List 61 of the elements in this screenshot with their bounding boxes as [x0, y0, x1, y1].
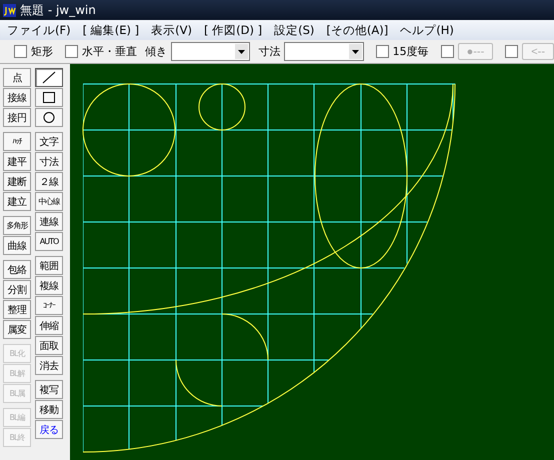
- field-label: 傾き: [145, 44, 167, 59]
- app-logo-icon: [3, 4, 16, 16]
- menu-item[interactable]: [ 編集(E) ]: [82, 22, 140, 38]
- square-icon: [41, 91, 57, 104]
- window-title: 無題 - jw_win: [20, 2, 96, 18]
- tool-button[interactable]: 建平: [3, 152, 31, 171]
- tool-button[interactable]: 複写: [35, 380, 63, 399]
- tool-button[interactable]: 接円: [3, 108, 31, 127]
- tool-button[interactable]: ﾊｯﾁ: [3, 132, 31, 151]
- tool-button[interactable]: 包絡: [3, 260, 31, 279]
- tool-button[interactable]: 属変: [3, 320, 31, 339]
- menu-item[interactable]: [ 作図(D) ]: [202, 22, 264, 38]
- checkbox-label: 水平・垂直: [82, 44, 137, 59]
- line-icon: [41, 71, 57, 84]
- checkbox-label: 矩形: [31, 44, 53, 59]
- tool-button[interactable]: 複線: [35, 276, 63, 295]
- tool-button[interactable]: ｺｰﾅｰ: [35, 296, 63, 315]
- tool-button[interactable]: 接線: [3, 88, 31, 107]
- checkbox[interactable]: [14, 45, 27, 58]
- tool-button[interactable]: 範囲: [35, 256, 63, 275]
- tool-button[interactable]: 曲線: [3, 236, 31, 255]
- checkbox[interactable]: [505, 45, 518, 58]
- menu-item[interactable]: 設定(S): [273, 22, 316, 38]
- circle-icon: [41, 111, 57, 124]
- checkbox-label: 15度毎: [392, 44, 429, 59]
- dropdown-arrow-icon: [238, 50, 246, 54]
- tool-button[interactable]: [35, 108, 63, 127]
- tool-button[interactable]: 点: [3, 68, 31, 87]
- drawing-canvas[interactable]: [70, 64, 554, 460]
- menu-item[interactable]: 表示(V): [150, 22, 193, 38]
- field-label: 寸法: [258, 44, 280, 59]
- tool-button[interactable]: 連線: [35, 212, 63, 231]
- tool-button[interactable]: 文字: [35, 132, 63, 151]
- tool-button[interactable]: 建立: [3, 192, 31, 211]
- tool-button[interactable]: 寸法: [35, 152, 63, 171]
- tool-button[interactable]: 消去: [35, 356, 63, 375]
- tool-button[interactable]: [35, 68, 63, 87]
- tool-button[interactable]: AUTO: [35, 232, 63, 251]
- dropdown-arrow-icon: [352, 50, 359, 54]
- arc: [222, 314, 268, 360]
- arc: [176, 360, 222, 406]
- tool-button[interactable]: 面取: [35, 336, 63, 355]
- tool-button[interactable]: ２線: [35, 172, 63, 191]
- tool-button[interactable]: 移動: [35, 400, 63, 419]
- combo-box[interactable]: [171, 42, 250, 61]
- checkbox[interactable]: [65, 45, 78, 58]
- tool-button[interactable]: 分割: [3, 280, 31, 299]
- menu-item[interactable]: [その他(A)]: [325, 22, 390, 38]
- checkbox[interactable]: [440, 45, 454, 58]
- combo-box[interactable]: [284, 42, 364, 61]
- circle: [198, 84, 246, 130]
- tool-button[interactable]: 多角形: [3, 216, 31, 235]
- menu-item[interactable]: ファイル(F): [6, 22, 72, 38]
- tool-button[interactable]: 戻る: [35, 420, 63, 439]
- tool-button[interactable]: 建断: [3, 172, 31, 191]
- tool-button[interactable]: 中心線: [35, 192, 63, 211]
- menu-item[interactable]: ヘルプ(H): [399, 22, 455, 38]
- tool-button[interactable]: 整理: [3, 300, 31, 319]
- tool-button[interactable]: [35, 88, 63, 107]
- tool-button[interactable]: 伸縮: [35, 316, 63, 335]
- checkbox[interactable]: [376, 45, 389, 58]
